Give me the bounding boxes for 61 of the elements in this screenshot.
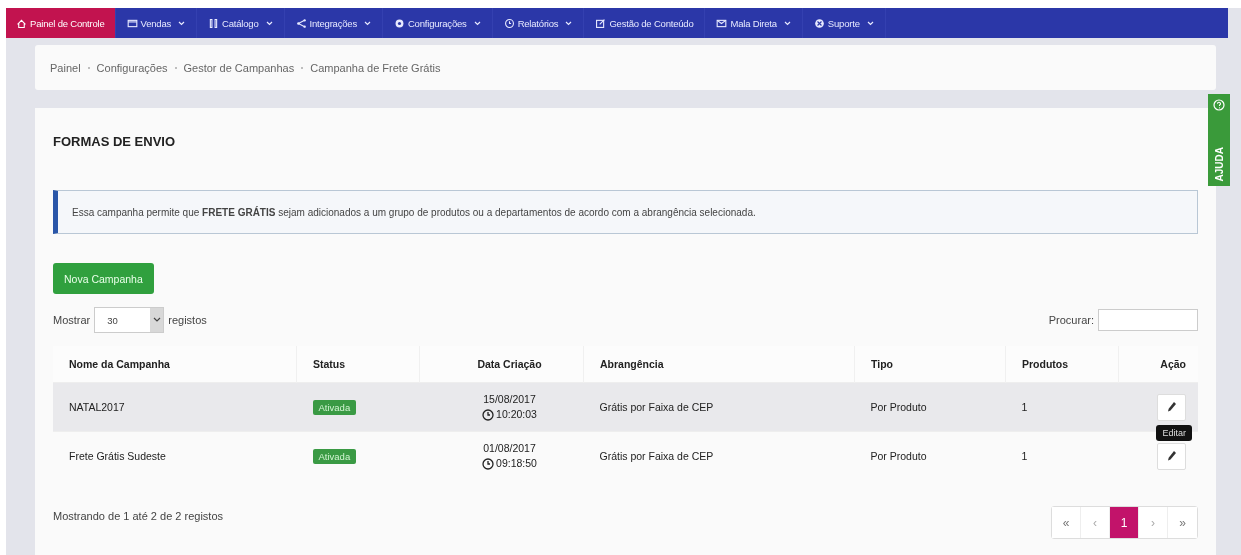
scope-text: Grátis por Faixa de CEP bbox=[599, 401, 714, 413]
page-size-select[interactable]: 30 bbox=[94, 307, 165, 333]
scope-text: Grátis por Faixa de CEP bbox=[599, 450, 714, 462]
envelope-icon bbox=[716, 17, 728, 29]
page-button[interactable]: 1 bbox=[1110, 507, 1139, 538]
nav-item[interactable]: Integrações bbox=[284, 8, 383, 38]
nav-item[interactable]: Suporte bbox=[802, 8, 886, 38]
nav-item[interactable]: Gestão de Conteúdo bbox=[584, 8, 706, 38]
edit-icon bbox=[595, 17, 607, 29]
column-header: Produtos bbox=[1005, 346, 1119, 383]
edit-button[interactable] bbox=[1157, 442, 1186, 470]
share-icon bbox=[295, 17, 307, 29]
help-tab[interactable]: AJUDA bbox=[1208, 94, 1230, 186]
records-info: Mostrando de 1 até 2 de 2 registos bbox=[53, 509, 223, 522]
nav-item[interactable]: Configurações bbox=[382, 8, 493, 38]
column-header: Ação bbox=[1118, 346, 1198, 383]
clock-icon bbox=[482, 457, 495, 470]
records-label: registos bbox=[168, 314, 207, 326]
creation-date: 01/08/2017 bbox=[482, 441, 537, 456]
window-icon bbox=[126, 17, 138, 29]
tooltip: Editar bbox=[1156, 424, 1192, 441]
column-header: Abrangência bbox=[583, 346, 855, 383]
column-header: Status bbox=[296, 346, 420, 383]
gear-icon bbox=[393, 17, 405, 29]
nav-item[interactable]: Mala Direta bbox=[705, 8, 803, 38]
product-count: 1 bbox=[1021, 450, 1028, 462]
chevron-down-icon bbox=[152, 317, 161, 323]
nav-item[interactable]: Painel de Controle bbox=[6, 8, 116, 38]
creation-time: 09:18:50 bbox=[496, 456, 537, 471]
breadcrumb-link[interactable]: Painel bbox=[50, 61, 81, 74]
nav-item[interactable]: Catálogo bbox=[197, 8, 285, 38]
pencil-icon bbox=[1166, 401, 1177, 413]
column-header: Tipo bbox=[854, 346, 1006, 383]
search-field[interactable] bbox=[1098, 309, 1198, 331]
type-text: Por Produto bbox=[870, 401, 927, 413]
creation-time: 10:20:03 bbox=[496, 407, 537, 422]
status-badge: Ativada bbox=[312, 399, 357, 415]
column-header: Data Criação bbox=[419, 346, 584, 383]
edit-button[interactable] bbox=[1157, 393, 1186, 421]
clock-icon bbox=[503, 17, 515, 29]
breadcrumb-link[interactable]: Gestor de Campanhas bbox=[183, 61, 295, 74]
first-page-button[interactable]: « bbox=[1052, 507, 1081, 538]
status-badge: Ativada bbox=[312, 448, 357, 464]
breadcrumb-link[interactable]: Campanha de Frete Grátis bbox=[310, 61, 441, 74]
info-alert: Essa campanha permite que FRETE GRÁTIS sejam adicionados a um grupo de produtos ou a departamentos de acordo com a abrangência selecionada. bbox=[53, 190, 1198, 234]
product-count: 1 bbox=[1021, 401, 1028, 413]
clock-icon bbox=[482, 408, 495, 421]
search-label: Procurar: bbox=[1048, 314, 1094, 326]
nav-item[interactable]: Vendas bbox=[115, 8, 198, 38]
campaign-name: Frete Grátis Sudeste bbox=[69, 450, 166, 462]
new-campaign-button[interactable]: Nova Campanha bbox=[53, 263, 154, 294]
breadcrumb-link[interactable]: Configurações bbox=[96, 61, 168, 74]
creation-date: 15/08/2017 bbox=[482, 392, 537, 407]
column-header: Nome da Campanha bbox=[53, 346, 297, 383]
nav-item[interactable]: Relatórios bbox=[492, 8, 585, 38]
show-label: Mostrar bbox=[53, 314, 91, 326]
home-icon bbox=[16, 17, 27, 29]
campaign-name: NATAL2017 bbox=[69, 401, 125, 413]
type-text: Por Produto bbox=[870, 450, 927, 462]
section-title: FORMAS DE ENVIO bbox=[53, 133, 177, 151]
pencil-icon bbox=[1166, 450, 1177, 462]
